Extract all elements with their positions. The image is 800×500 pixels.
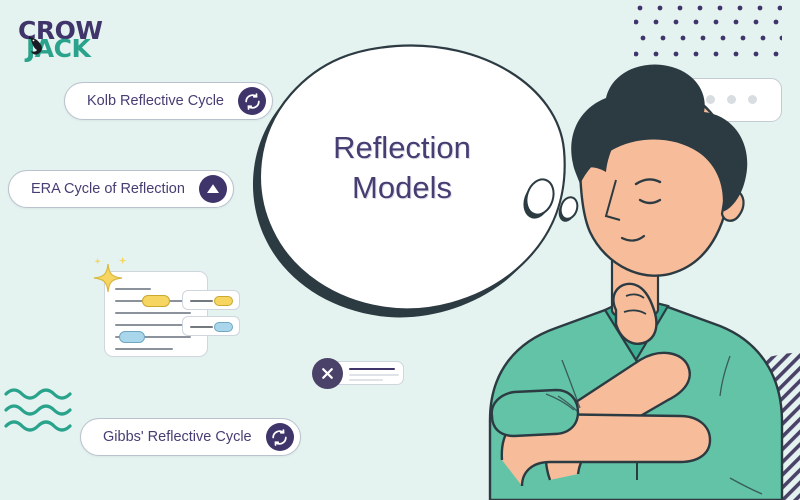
card-line — [115, 348, 173, 351]
chip-label: Kolb Reflective Cycle — [87, 93, 224, 109]
chip-label: ERA Cycle of Reflection — [31, 181, 185, 197]
card-line — [190, 300, 213, 303]
crow-icon — [29, 36, 42, 55]
triangle-up-icon[interactable] — [198, 175, 227, 203]
refresh-icon[interactable] — [238, 87, 266, 115]
card-line — [349, 379, 383, 382]
dot-grid-pattern-icon — [634, 5, 782, 57]
wave-lines-icon — [4, 388, 72, 432]
thinking-person-illustration-icon — [488, 64, 784, 500]
refresh-icon[interactable] — [265, 423, 294, 451]
close-x-icon[interactable] — [312, 358, 343, 389]
chip-era-cycle-of-reflection[interactable]: ERA Cycle of Reflection — [8, 170, 234, 208]
card-line — [349, 374, 399, 377]
card-line — [115, 312, 191, 315]
brand-logo[interactable]: CROW JACK — [16, 16, 103, 63]
card-line — [349, 368, 395, 371]
toggle-card-blue[interactable] — [182, 316, 240, 336]
sparkle-star-icon — [93, 256, 127, 293]
toggle-pill-yellow-icon[interactable] — [214, 296, 233, 306]
chip-kolb-reflective-cycle[interactable]: Kolb Reflective Cycle — [64, 82, 273, 120]
slider-handle-blue-icon[interactable] — [119, 331, 145, 343]
card-line — [190, 326, 213, 329]
toggle-card-yellow[interactable] — [182, 290, 240, 310]
card-line — [115, 324, 191, 327]
slider-handle-yellow-icon[interactable] — [142, 295, 170, 307]
chip-label: Gibbs' Reflective Cycle — [103, 429, 252, 445]
chip-gibbs-reflective-cycle[interactable]: Gibbs' Reflective Cycle — [80, 418, 301, 456]
poster-canvas: CROW JACK Reflection Models Kolb Reflect… — [0, 0, 800, 500]
toggle-pill-blue-icon[interactable] — [214, 322, 233, 332]
